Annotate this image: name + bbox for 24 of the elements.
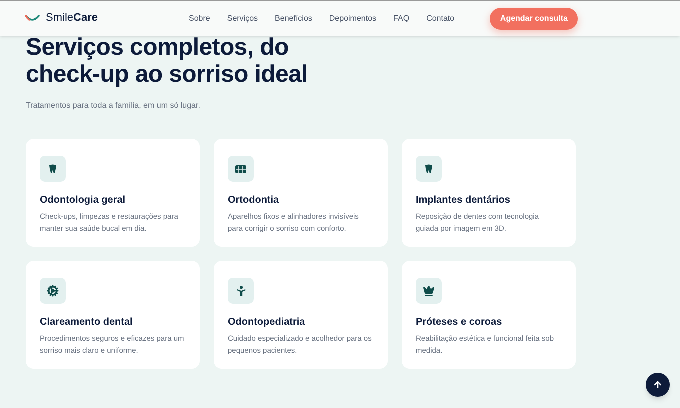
page-title: Serviços completos, do check-up ao sorriso ideal	[26, 34, 309, 88]
service-title: Clareamento dental	[40, 316, 134, 330]
nav-link[interactable]: FAQ	[394, 12, 410, 24]
nav-link[interactable]: Benefícios	[275, 12, 312, 24]
smile-logo-icon	[25, 15, 40, 22]
gear-icon	[47, 285, 59, 297]
page-subtitle: Tratamentos para toda a família, em um só lugar.	[26, 100, 202, 112]
arrow-up-icon	[653, 380, 663, 390]
nav-link[interactable]: Contato	[426, 12, 455, 24]
service-title: Odontopediatria	[228, 316, 306, 330]
service-title: Ortodontia	[228, 194, 280, 208]
tooth-icon	[48, 164, 58, 174]
nav-link[interactable]: Sobre	[189, 12, 210, 24]
nav-link[interactable]: Depoimentos	[329, 12, 377, 24]
crown-icon	[423, 285, 435, 297]
service-title: Próteses e coroas	[416, 316, 504, 330]
logo-text: SmileCare	[46, 11, 98, 26]
nav-link[interactable]: Serviços	[227, 12, 258, 24]
service-title: Implantes dentários	[416, 194, 512, 208]
child-icon	[236, 286, 246, 296]
scroll-top-button[interactable]	[646, 373, 670, 397]
tooth-icon	[424, 164, 434, 174]
braces-icon	[235, 164, 247, 174]
service-title: Odontologia geral	[40, 194, 127, 208]
